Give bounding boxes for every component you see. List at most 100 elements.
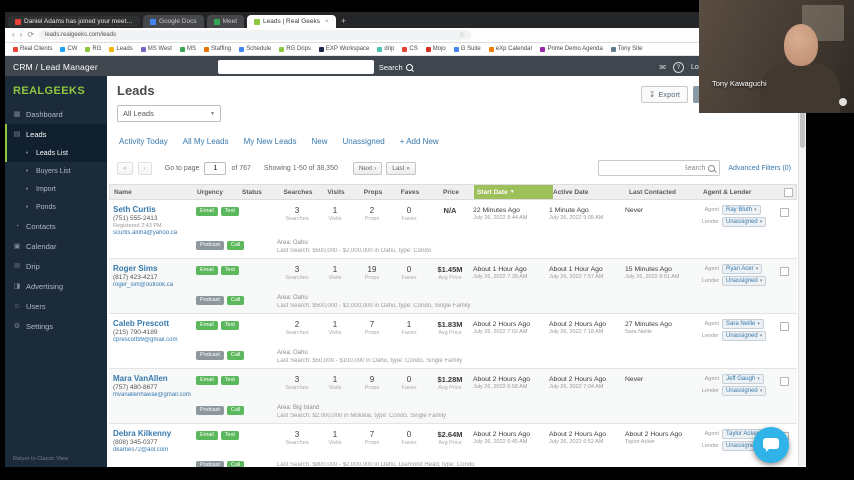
chat-widget-button[interactable] bbox=[753, 427, 789, 463]
lead-row-checkbox[interactable] bbox=[779, 322, 789, 331]
column-header-urgency[interactable]: Urgency bbox=[194, 189, 242, 196]
sidebar-item[interactable]: ▤ Leads bbox=[5, 124, 107, 144]
lead-view-tab[interactable]: New bbox=[311, 137, 327, 146]
text-action-badge[interactable]: Text bbox=[220, 431, 239, 440]
next-page-button[interactable]: Next › bbox=[352, 161, 383, 175]
lead-name-link[interactable]: Mara VanAllen bbox=[113, 374, 191, 383]
lead-view-tab[interactable]: My New Leads bbox=[244, 137, 297, 146]
lead-email-link[interactable]: scurtis.aloha@yahoo.ca bbox=[113, 230, 191, 236]
text-action-badge[interactable]: Text bbox=[220, 266, 239, 275]
sidebar-item[interactable]: ☺ Users bbox=[5, 296, 107, 316]
lead-view-tab[interactable]: Activity Today bbox=[119, 137, 168, 146]
bookmark-item[interactable]: Schedule bbox=[239, 46, 271, 52]
bookmark-item[interactable]: RG bbox=[85, 46, 101, 52]
column-header-faves[interactable]: Faves bbox=[392, 189, 428, 196]
classic-view-link[interactable]: Return to Classic View bbox=[13, 456, 68, 462]
lead-email-link[interactable]: dkarnes72@aol.com bbox=[113, 447, 191, 453]
global-search-button[interactable]: Search bbox=[379, 63, 413, 72]
help-icon[interactable]: ? bbox=[672, 61, 684, 73]
lead-email-link[interactable]: roger_sim@outlook.ca bbox=[113, 282, 191, 288]
sidebar-item[interactable]: • Import bbox=[5, 180, 107, 198]
browser-tab[interactable]: Meet × bbox=[206, 15, 245, 28]
prev-page-button[interactable]: ‹ bbox=[137, 161, 152, 175]
column-header-last-contacted[interactable]: Last Contacted bbox=[629, 189, 703, 196]
bookmark-item[interactable]: RG Drips bbox=[279, 46, 311, 52]
sidebar-item[interactable]: ▦ Dashboard bbox=[5, 104, 107, 124]
email-action-badge[interactable]: Email bbox=[196, 376, 218, 385]
advanced-filters-link[interactable]: Advanced Filters (0) bbox=[728, 165, 791, 172]
address-bar[interactable]: leads.realgeeks.com/leads ☆ bbox=[39, 30, 472, 40]
agent-select[interactable]: Sara Neille ▾ bbox=[722, 319, 764, 329]
agent-select[interactable]: Ray Bluth ▾ bbox=[722, 205, 761, 215]
column-header-status[interactable]: Status bbox=[242, 189, 278, 196]
lead-row-checkbox[interactable] bbox=[779, 267, 789, 276]
call-action-badge[interactable]: Call bbox=[226, 461, 245, 467]
podcast-tag-badge[interactable]: Podcast bbox=[196, 351, 224, 360]
bookmark-item[interactable]: G Suite bbox=[453, 46, 481, 52]
lead-search-button[interactable]: Search bbox=[683, 164, 719, 172]
text-action-badge[interactable]: Text bbox=[220, 321, 239, 330]
podcast-tag-badge[interactable]: Podcast bbox=[196, 241, 224, 250]
lead-name-link[interactable]: Caleb Prescott bbox=[113, 319, 191, 328]
call-action-badge[interactable]: Call bbox=[226, 296, 245, 305]
browser-tab[interactable]: Leads | Real Geeks × bbox=[247, 15, 336, 28]
page-number-input[interactable] bbox=[204, 161, 227, 175]
column-header-props[interactable]: Props bbox=[354, 189, 392, 196]
sidebar-item[interactable]: • Leads List bbox=[5, 144, 107, 162]
email-action-badge[interactable]: Email bbox=[196, 266, 218, 275]
text-action-badge[interactable]: Text bbox=[220, 207, 239, 216]
bookmark-item[interactable]: Tony Site bbox=[610, 46, 643, 52]
column-header-agent-lender[interactable]: Agent & Lender bbox=[703, 189, 781, 196]
lead-view-tab[interactable]: Unassigned bbox=[343, 137, 385, 146]
bookmark-item[interactable]: CW bbox=[60, 46, 77, 52]
column-header-price[interactable]: Price bbox=[428, 189, 474, 196]
forward-icon[interactable]: › bbox=[20, 31, 23, 39]
new-tab-button[interactable]: + bbox=[341, 16, 346, 26]
sidebar-item[interactable]: ✉ Drip bbox=[5, 256, 107, 276]
agent-select[interactable]: Jeff Gaugh ▾ bbox=[722, 374, 764, 384]
tab-close-icon[interactable]: × bbox=[325, 18, 329, 25]
export-button[interactable]: ↧ Export bbox=[641, 86, 689, 103]
lead-name-link[interactable]: Roger Sims bbox=[113, 264, 191, 273]
lead-name-link[interactable]: Debra Kilkenny bbox=[113, 429, 191, 438]
back-icon[interactable]: ‹ bbox=[12, 31, 15, 39]
browser-tab[interactable]: Daniel Adams has joined your meeting × bbox=[8, 16, 140, 27]
last-page-button[interactable]: Last » bbox=[386, 161, 416, 175]
bookmark-item[interactable]: eXp Calendar bbox=[488, 46, 532, 52]
bookmark-item[interactable]: Prime Demo Agenda bbox=[540, 46, 603, 52]
bookmark-item[interactable]: Leads bbox=[109, 46, 133, 52]
podcast-tag-badge[interactable]: Podcast bbox=[196, 296, 224, 305]
podcast-tag-badge[interactable]: Podcast bbox=[196, 461, 224, 467]
lender-select[interactable]: Unassigned ▾ bbox=[722, 217, 767, 227]
lead-row-checkbox[interactable] bbox=[779, 377, 789, 386]
email-action-badge[interactable]: Email bbox=[196, 321, 218, 330]
refresh-icon[interactable]: ⟳ bbox=[27, 31, 34, 39]
lender-select[interactable]: Unassigned ▾ bbox=[722, 331, 767, 341]
page-scrollbar[interactable] bbox=[798, 78, 806, 466]
bookmark-item[interactable]: drip bbox=[377, 46, 394, 52]
mail-icon[interactable]: ✉ bbox=[659, 63, 666, 72]
bookmark-item[interactable]: MS West bbox=[140, 46, 172, 52]
call-action-badge[interactable]: Call bbox=[226, 406, 245, 415]
column-header-name[interactable]: Name bbox=[110, 187, 194, 198]
bookmark-item[interactable]: EXP Workspace bbox=[318, 46, 369, 52]
lender-select[interactable]: Unassigned ▾ bbox=[722, 276, 767, 286]
agent-select[interactable]: Ryan Acer ▾ bbox=[722, 264, 763, 274]
sidebar-item[interactable]: ▣ Calendar bbox=[5, 236, 107, 256]
sidebar-item[interactable]: • Buyers List bbox=[5, 162, 107, 180]
column-header-visits[interactable]: Visits bbox=[318, 189, 354, 196]
call-action-badge[interactable]: Call bbox=[226, 241, 245, 250]
lead-email-link[interactable]: cprescott99@gmail.com bbox=[113, 337, 191, 343]
sidebar-item[interactable]: • Ponds bbox=[5, 198, 107, 216]
sidebar-item[interactable]: ◔ Contacts bbox=[5, 216, 107, 236]
bookmark-item[interactable]: Mojo bbox=[425, 46, 446, 52]
first-page-button[interactable]: « bbox=[117, 161, 133, 175]
lead-name-link[interactable]: Seth Curtis bbox=[113, 205, 191, 214]
email-action-badge[interactable]: Email bbox=[196, 431, 218, 440]
sidebar-item[interactable]: ⚙ Settings bbox=[5, 316, 107, 336]
lead-list-filter-select[interactable]: All Leads ▼ bbox=[117, 105, 221, 122]
lender-select[interactable]: Unassigned ▾ bbox=[722, 386, 767, 396]
lead-row-checkbox[interactable] bbox=[779, 208, 789, 217]
column-header-searches[interactable]: Searches bbox=[278, 189, 318, 196]
text-action-badge[interactable]: Text bbox=[220, 376, 239, 385]
